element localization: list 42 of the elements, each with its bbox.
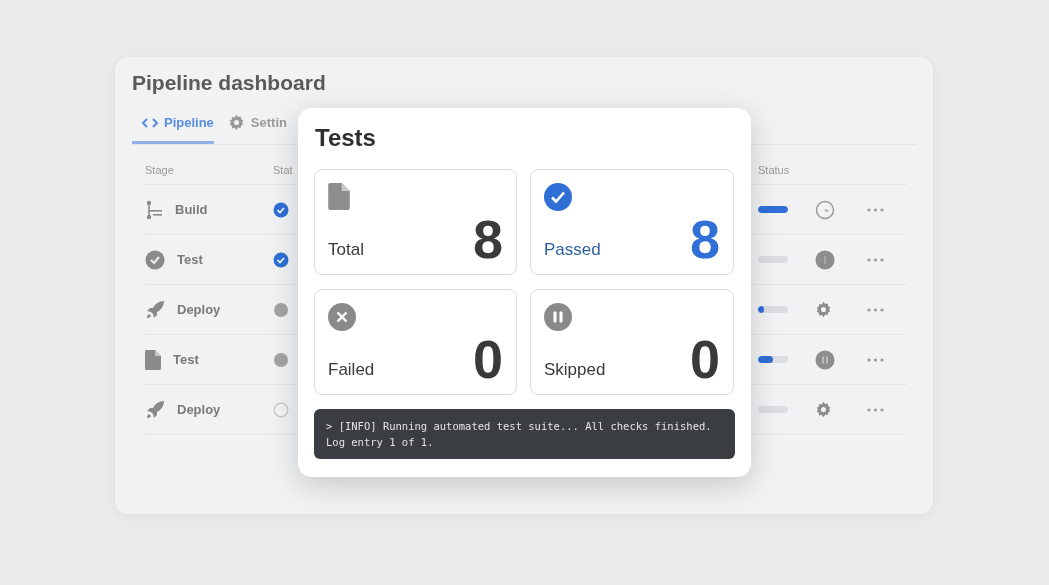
code-icon — [142, 117, 158, 128]
pause-icon — [544, 303, 572, 331]
stage-name: Deploy — [177, 402, 221, 417]
stage-name: Build — [175, 202, 208, 217]
hierarchy-icon — [145, 199, 163, 220]
info-icon — [815, 249, 835, 270]
column-header: Stage — [145, 164, 174, 176]
gear-icon — [227, 114, 245, 131]
stage-name: Test — [177, 252, 203, 267]
gear-icon — [815, 401, 832, 418]
stat-value: 8 — [472, 217, 503, 261]
stat-value: 0 — [472, 337, 503, 381]
stage-name: Deploy — [177, 302, 221, 317]
more-icon[interactable] — [867, 257, 884, 262]
stat-label: Passed — [544, 240, 601, 260]
pause-icon — [815, 349, 835, 370]
rocket-icon — [145, 399, 165, 420]
column-header: Status — [758, 164, 790, 176]
column-header: Stat — [273, 164, 293, 176]
clock-icon — [815, 199, 835, 220]
more-icon[interactable] — [867, 407, 884, 412]
stat-label: Total — [328, 240, 364, 260]
stat-label: Failed — [328, 360, 375, 380]
more-icon[interactable] — [867, 357, 884, 362]
tab[interactable]: Pipeline — [132, 109, 214, 144]
more-icon[interactable] — [867, 207, 884, 212]
stat-label: Skipped — [544, 360, 606, 380]
check-circle-icon — [544, 183, 572, 211]
tab[interactable]: Settin — [217, 109, 287, 144]
dashboard-title: Pipeline dashboard — [132, 71, 327, 95]
document-icon — [328, 183, 350, 210]
log-output: > [INFO] Running automated test suite... All checks finished. Log entry 1 of 1. — [314, 409, 735, 459]
stat-value: 8 — [689, 217, 720, 261]
gear-icon — [815, 301, 832, 318]
document-icon — [145, 349, 161, 370]
more-icon[interactable] — [867, 307, 884, 312]
stat-value: 0 — [689, 337, 720, 381]
close-circle-icon — [328, 303, 356, 331]
check-circle-icon — [145, 249, 165, 270]
dialog-title: Tests — [315, 124, 377, 152]
stage-name: Test — [173, 352, 199, 367]
rocket-icon — [145, 299, 165, 320]
